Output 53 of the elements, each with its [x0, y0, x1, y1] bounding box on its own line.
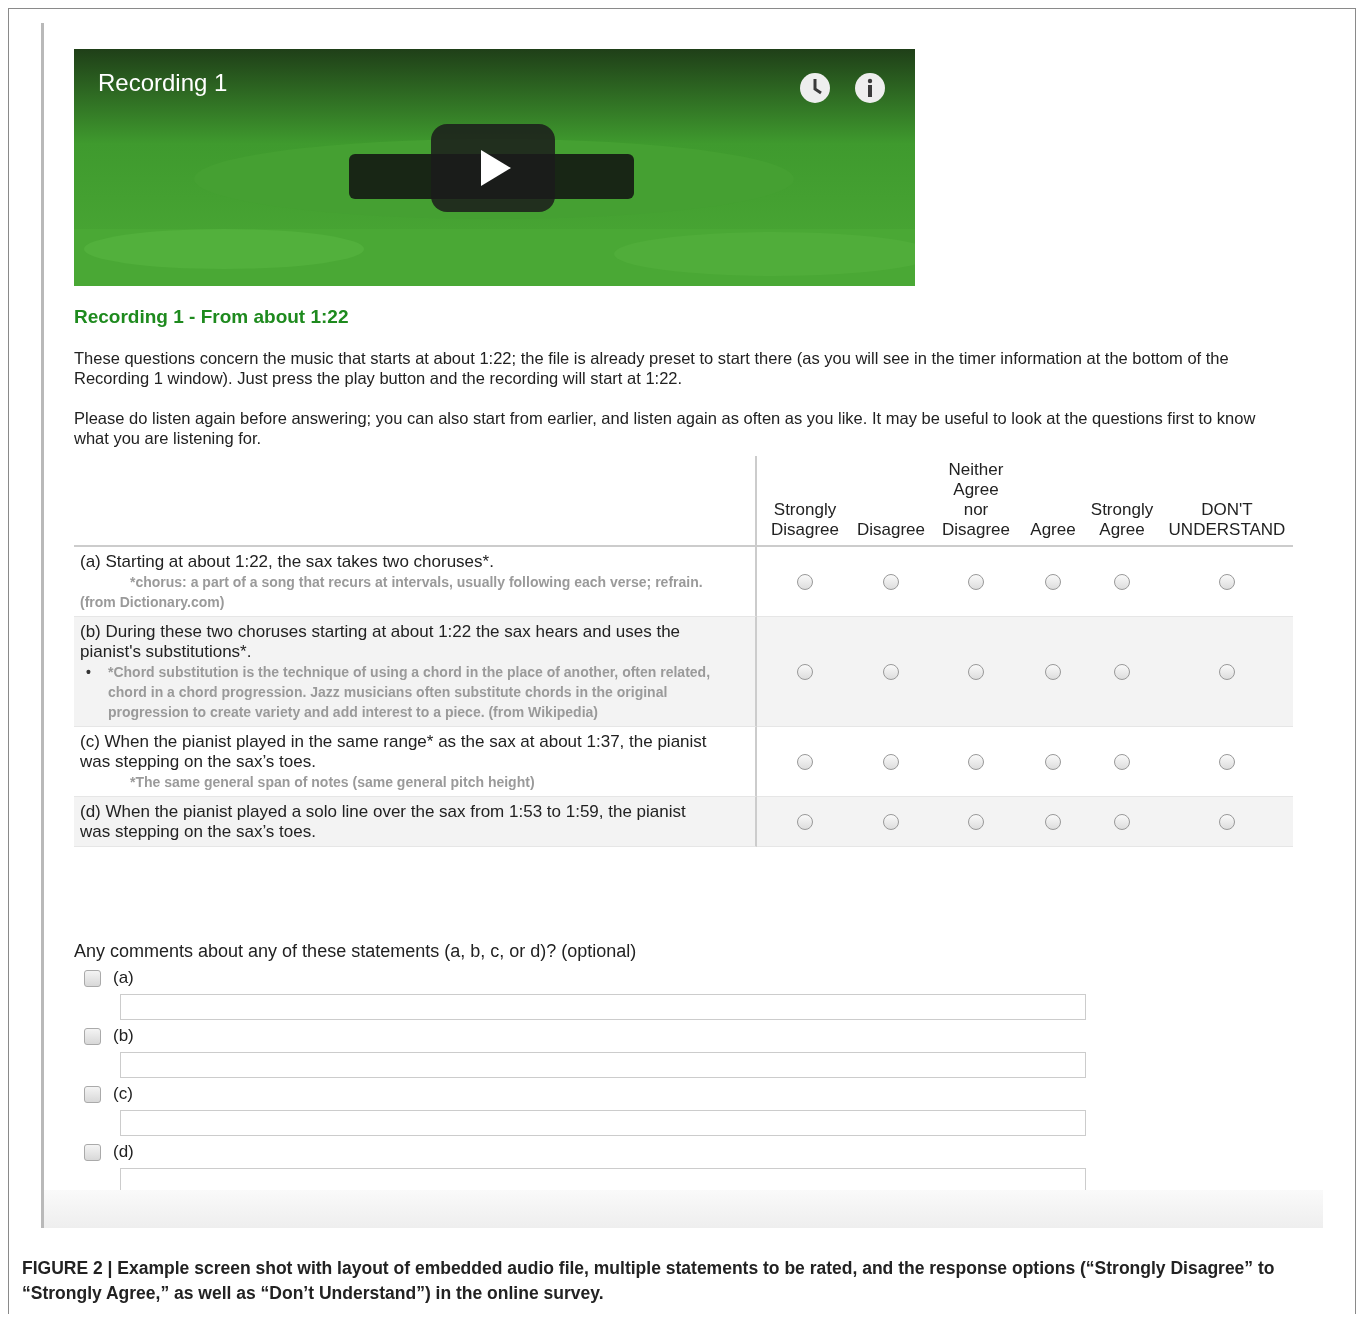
play-button[interactable]: [431, 124, 555, 212]
bullet-mark: •: [86, 663, 91, 682]
checkbox-label: (b): [113, 1026, 134, 1046]
statement-text: (a) Starting at about 1:22, the sax takes two choruses*.: [80, 552, 495, 572]
figure-caption: FIGURE 2 | Example screen shot with layout of embedded audio file, multiple statements to be rated, and the response options (“Strongly Disagree” to “Strongly Agree,” as well as “Don’t Understand”) in the online survey.: [21, 1257, 1276, 1305]
instructions-paragraph: Please do listen again before answering; you can also start from earlier, and listen again as often as you like. It may be useful to look at the questions first to know what you are listening for.: [74, 408, 1257, 448]
checkbox-label: (d): [113, 1142, 134, 1162]
radio-button[interactable]: [797, 663, 813, 680]
radio-button[interactable]: [1045, 753, 1061, 770]
radio-button[interactable]: [797, 573, 813, 590]
comment-field[interactable]: [120, 994, 1086, 1020]
radio-button[interactable]: [797, 753, 813, 770]
radio-button[interactable]: [1219, 573, 1235, 590]
radio-button[interactable]: [883, 753, 899, 770]
radio-button[interactable]: [797, 813, 813, 830]
radio-button[interactable]: [1045, 663, 1061, 680]
radio-button[interactable]: [1219, 663, 1235, 680]
footnote: *Chord substitution is the technique of using a chord in the place of another, often related, chord in a chord progression. Jazz musicians often substitute chords in the original progression to create variety and add interest to a piece. (from Wikipedia): [108, 664, 711, 720]
video-title: Recording 1: [98, 69, 228, 97]
comments-question: Any comments about any of these statements (a, b, c, or d)? (optional): [74, 941, 638, 962]
footnote: *The same general span of notes (same general pitch height): [130, 774, 535, 790]
radio-button[interactable]: [1114, 753, 1130, 770]
statement-text: (b) During these two choruses starting at about 1:22 the sax hears and uses the pianist's substitutions*.: [80, 622, 682, 662]
comment-field[interactable]: [120, 1052, 1086, 1078]
radio-button[interactable]: [1045, 573, 1061, 590]
statement-text: (c) When the pianist played in the same range* as the sax at about 1:37, the pianist was stepping on the sax’s toes.: [80, 732, 708, 772]
checkbox[interactable]: [84, 969, 101, 987]
radio-button[interactable]: [968, 663, 984, 680]
radio-button[interactable]: [1114, 663, 1130, 680]
comment-field[interactable]: [120, 1110, 1086, 1136]
radio-button[interactable]: [968, 813, 984, 830]
radio-button[interactable]: [1114, 813, 1130, 830]
section-title: Recording 1 - From about 1:22: [74, 306, 350, 328]
radio-button[interactable]: [968, 753, 984, 770]
checkbox[interactable]: [84, 1027, 101, 1045]
radio-button[interactable]: [1219, 813, 1235, 830]
clock-icon[interactable]: [798, 71, 832, 105]
statement-text: (d) When the pianist played a solo line over the sax from 1:53 to 1:59, the pianist was stepping on the sax’s toes.: [80, 802, 687, 842]
checkbox-label: (c): [113, 1084, 133, 1104]
checkbox[interactable]: [84, 1143, 101, 1161]
radio-button[interactable]: [968, 573, 984, 590]
radio-button[interactable]: [883, 573, 899, 590]
radio-button[interactable]: [883, 813, 899, 830]
comment-field[interactable]: [120, 1168, 1086, 1190]
instructions-paragraph: These questions concern the music that starts at about 1:22; the file is already preset to start there (as you will see in the timer information at the bottom of the Recording 1 window). Just press the play button and the recording will start at 1:22.: [74, 348, 1230, 388]
radio-button[interactable]: [1045, 813, 1061, 830]
checkbox[interactable]: [84, 1085, 101, 1103]
radio-button[interactable]: [1219, 753, 1235, 770]
info-icon[interactable]: [853, 71, 887, 105]
radio-button[interactable]: [1114, 573, 1130, 590]
footnote: *chorus: a part of a song that recurs at intervals, usually following each verse; refrain. (from Dictionary.com): [80, 574, 703, 610]
checkbox-label: (a): [113, 968, 134, 988]
radio-button[interactable]: [883, 663, 899, 680]
